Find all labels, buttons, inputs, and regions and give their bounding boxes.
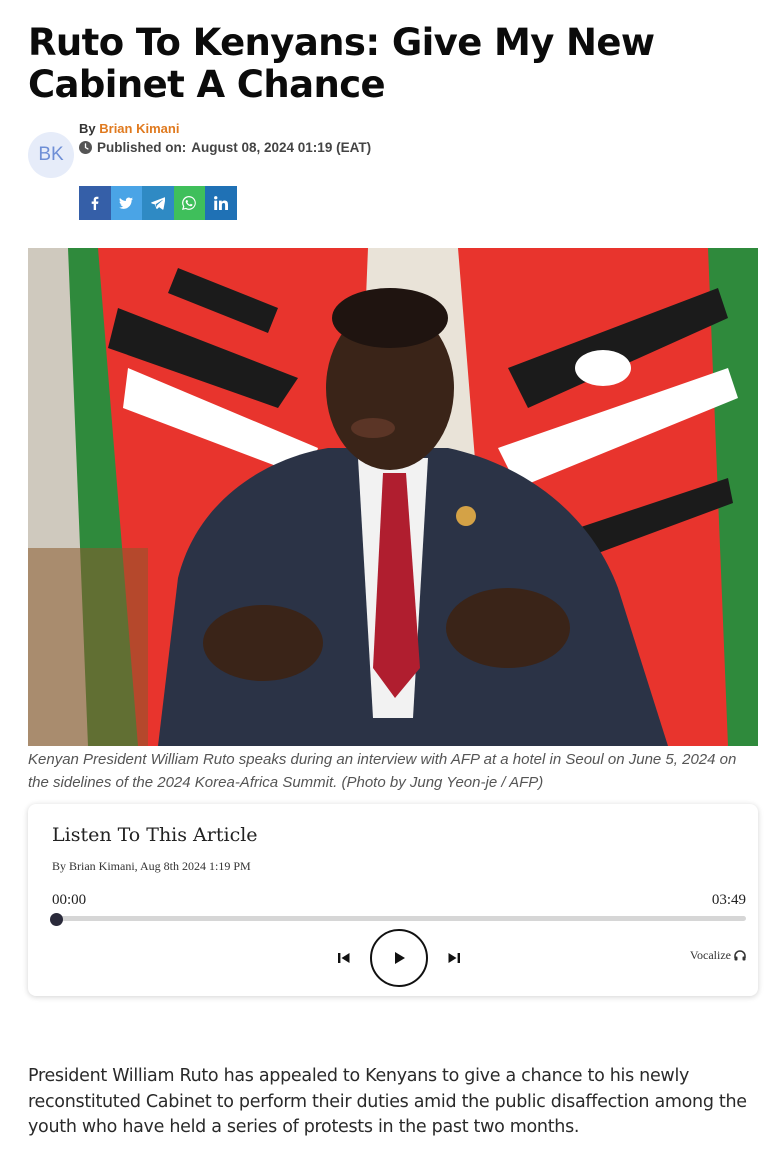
audio-player: Listen To This Article By Brian Kimani, … bbox=[28, 804, 758, 996]
progress-track[interactable] bbox=[56, 916, 746, 921]
clock-icon bbox=[79, 141, 92, 154]
article-headline: Ruto To Kenyans: Give My New Cabinet A C… bbox=[28, 21, 655, 106]
share-telegram-button[interactable] bbox=[142, 186, 174, 220]
skip-back-icon bbox=[338, 953, 350, 963]
duration-time: 03:49 bbox=[711, 892, 746, 908]
headphones-icon bbox=[734, 950, 746, 961]
share-facebook-button[interactable] bbox=[79, 186, 111, 220]
linkedin-icon bbox=[213, 196, 228, 210]
share-twitter-button[interactable] bbox=[110, 186, 142, 220]
progress-knob[interactable] bbox=[50, 913, 63, 926]
skip-forward-icon bbox=[448, 953, 460, 963]
player-meta: By Brian Kimani, Aug 8th 2024 1:19 PM bbox=[52, 859, 251, 873]
vocalize-brand[interactable]: Vocalize bbox=[690, 948, 746, 963]
facebook-icon bbox=[91, 196, 99, 210]
previous-button[interactable] bbox=[334, 948, 354, 968]
telegram-icon bbox=[150, 197, 165, 210]
play-button[interactable] bbox=[370, 929, 428, 987]
author-link[interactable]: Brian Kimani bbox=[99, 121, 179, 136]
play-icon bbox=[395, 952, 405, 964]
article-body-paragraph: President William Ruto has appealed to K… bbox=[28, 1066, 747, 1137]
vocalize-label: Vocalize bbox=[689, 948, 731, 962]
share-bar bbox=[79, 186, 237, 220]
next-button[interactable] bbox=[444, 948, 464, 968]
share-whatsapp-button[interactable] bbox=[173, 186, 205, 220]
by-prefix: By bbox=[79, 121, 96, 136]
twitter-icon bbox=[119, 197, 134, 209]
author-avatar[interactable]: BK bbox=[28, 132, 74, 178]
author-block: BK By Brian Kimani Published on: August … bbox=[28, 118, 528, 228]
hero-photo bbox=[28, 248, 758, 746]
article-hero-image bbox=[28, 248, 758, 746]
byline: By Brian Kimani bbox=[79, 121, 179, 136]
share-linkedin-button[interactable] bbox=[205, 186, 237, 220]
current-time: 00:00 bbox=[52, 892, 87, 908]
whatsapp-icon bbox=[182, 196, 197, 210]
image-caption: Kenyan President William Ruto speaks dur… bbox=[28, 751, 737, 791]
player-title: Listen To This Article bbox=[52, 824, 258, 846]
published-value: August 08, 2024 01:19 (EAT) bbox=[191, 140, 372, 155]
published-date: Published on: August 08, 2024 01:19 (EAT… bbox=[79, 140, 371, 155]
published-label: Published on: bbox=[97, 140, 187, 155]
